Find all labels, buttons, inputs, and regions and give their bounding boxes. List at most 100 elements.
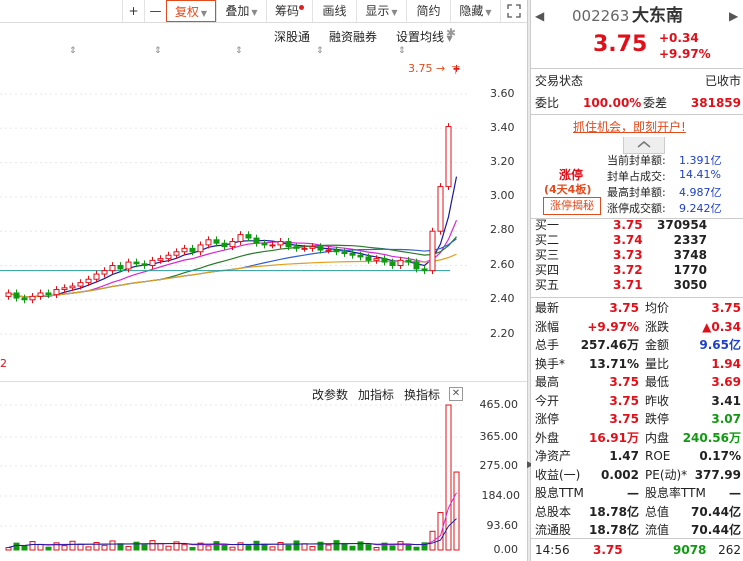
volume-bar bbox=[325, 544, 332, 551]
volume-bar bbox=[245, 545, 252, 551]
volume-ma-line bbox=[8, 518, 457, 548]
volume-bar bbox=[373, 547, 380, 551]
fuquan-button[interactable]: 复权 ▼ bbox=[166, 0, 216, 22]
quote-panel: ◀ 002263 大东南 ▶ 3.75 +0.34 +9.97% 交易状态 已收… bbox=[531, 0, 743, 561]
add-indicator-button[interactable]: 加指标 bbox=[358, 386, 394, 403]
volume-bar bbox=[165, 545, 172, 551]
zoom-out-button[interactable]: — bbox=[144, 0, 166, 22]
volume-axis-label: 184.00 bbox=[481, 489, 521, 502]
volume-bar bbox=[365, 544, 372, 551]
candle-body bbox=[381, 258, 388, 263]
diejia-button[interactable]: 叠加 ▼ bbox=[216, 0, 266, 22]
candle-body bbox=[149, 259, 156, 266]
candle-body bbox=[341, 251, 348, 254]
volume-bar bbox=[141, 544, 148, 551]
volume-ma-line bbox=[8, 492, 457, 548]
candle-body bbox=[285, 240, 292, 248]
stat-row: 流通股 18.78亿 流值 70.44亿 bbox=[535, 523, 741, 537]
candle-body bbox=[173, 251, 180, 256]
huaxian-button[interactable]: 画线 bbox=[312, 0, 356, 22]
volume-axis-label: 0.00 bbox=[493, 543, 519, 556]
settings-star-icon[interactable]: ✱ bbox=[446, 26, 456, 40]
candle-body bbox=[45, 292, 52, 296]
limit-up-streak: (4天4板) bbox=[544, 183, 592, 196]
candle-body bbox=[133, 261, 140, 265]
volume-axis-label: 93.60 bbox=[486, 519, 519, 532]
price-axis-label: 2.20 bbox=[490, 327, 515, 340]
candle-body bbox=[77, 282, 84, 287]
volume-bar bbox=[29, 541, 36, 551]
chouma-button[interactable]: 筹码 bbox=[266, 0, 312, 22]
candle-body bbox=[237, 234, 244, 242]
bid-row: 买一 3.75 370954 bbox=[535, 218, 708, 232]
volume-bar bbox=[5, 547, 12, 551]
candle-body bbox=[205, 239, 212, 246]
volume-bar bbox=[181, 544, 188, 551]
limit-up-reveal-button[interactable]: 涨停揭秘 bbox=[543, 197, 601, 215]
xianshi-button[interactable]: 显示 ▼ bbox=[356, 0, 406, 22]
scroll-marker-icon: ⇕ bbox=[154, 46, 162, 56]
yincang-button[interactable]: 隐藏 ▼ bbox=[450, 0, 500, 22]
price-axis-label: 3.00 bbox=[490, 189, 515, 202]
scroll-marker-icon: ⇕ bbox=[316, 46, 324, 56]
panel-divider bbox=[0, 381, 527, 382]
open-account-link[interactable]: 抓住机会，即刻开户! bbox=[573, 118, 686, 135]
bid-row: 买三 3.73 3748 bbox=[535, 248, 707, 262]
limit-stat-row: 封单占成交: 14.41% bbox=[607, 168, 721, 183]
jianyue-button[interactable]: 简约 bbox=[406, 0, 450, 22]
volume-bar bbox=[221, 543, 228, 551]
candle-body bbox=[365, 256, 372, 261]
volume-bar bbox=[69, 540, 76, 551]
volume-bar bbox=[397, 541, 404, 551]
bid-row: 买四 3.72 1770 bbox=[535, 263, 707, 277]
candle-body bbox=[181, 247, 188, 253]
volume-bar bbox=[229, 546, 236, 551]
candle-body bbox=[141, 263, 148, 267]
candle-body bbox=[157, 258, 164, 261]
price-axis-label: 2.60 bbox=[490, 258, 515, 271]
candle-body bbox=[213, 239, 220, 244]
volume-bar bbox=[109, 540, 116, 551]
candle-body bbox=[413, 261, 420, 270]
candle-body bbox=[117, 265, 124, 270]
change-params-button[interactable]: 改参数 bbox=[312, 386, 348, 403]
close-indicator-icon[interactable]: ✕ bbox=[449, 387, 463, 401]
candle-body bbox=[261, 242, 268, 246]
scroll-marker-icon: ⇕ bbox=[235, 46, 243, 56]
candle-body bbox=[109, 265, 116, 272]
volume-bar bbox=[157, 542, 164, 551]
volume-bar bbox=[21, 545, 28, 551]
expand-icon[interactable] bbox=[500, 0, 526, 22]
limit-stat-row: 最高封单额: 4.987亿 bbox=[607, 186, 722, 199]
stock-name: 大东南 bbox=[632, 6, 683, 26]
volume-bar bbox=[261, 543, 268, 551]
next-stock-icon[interactable]: ▶ bbox=[729, 6, 738, 26]
prev-stock-icon[interactable]: ◀ bbox=[535, 9, 544, 23]
candle-body bbox=[125, 261, 132, 270]
volume-bar bbox=[389, 545, 396, 551]
switch-indicator-button[interactable]: 换指标 bbox=[404, 386, 440, 403]
candle-body bbox=[53, 289, 60, 296]
scroll-marker-icon: ⇕ bbox=[398, 46, 406, 56]
volume-bar bbox=[269, 546, 276, 551]
candle-body bbox=[429, 230, 436, 272]
stat-row: 今开 3.75 昨收 3.41 bbox=[535, 393, 741, 408]
price-axis-label: 3.20 bbox=[490, 155, 515, 168]
price-change: +0.34 bbox=[659, 31, 699, 45]
candle-body bbox=[85, 278, 92, 284]
volume-bar bbox=[45, 546, 52, 551]
volume-bar bbox=[85, 546, 92, 551]
candle-body bbox=[13, 292, 20, 299]
candle-body bbox=[405, 259, 412, 263]
volume-bar bbox=[349, 545, 356, 551]
stat-row: 涨停 3.75 跌停 3.07 bbox=[535, 412, 741, 426]
trade-status-row: 交易状态 已收市 bbox=[535, 74, 741, 88]
limit-stat-row: 涨停成交额: 9.242亿 bbox=[607, 202, 722, 215]
zoom-in-button[interactable]: + bbox=[122, 0, 144, 22]
left-edge-label: 2 bbox=[0, 357, 7, 370]
volume-bar bbox=[213, 541, 220, 551]
stat-row: 外盘 16.91万 内盘 240.56万 bbox=[535, 430, 741, 445]
weibi-row: 委比 100.00% 委差 381859 bbox=[535, 96, 741, 110]
candle-body bbox=[357, 254, 364, 258]
stat-row: 股息TTM — 股息率TTM — bbox=[535, 486, 741, 500]
